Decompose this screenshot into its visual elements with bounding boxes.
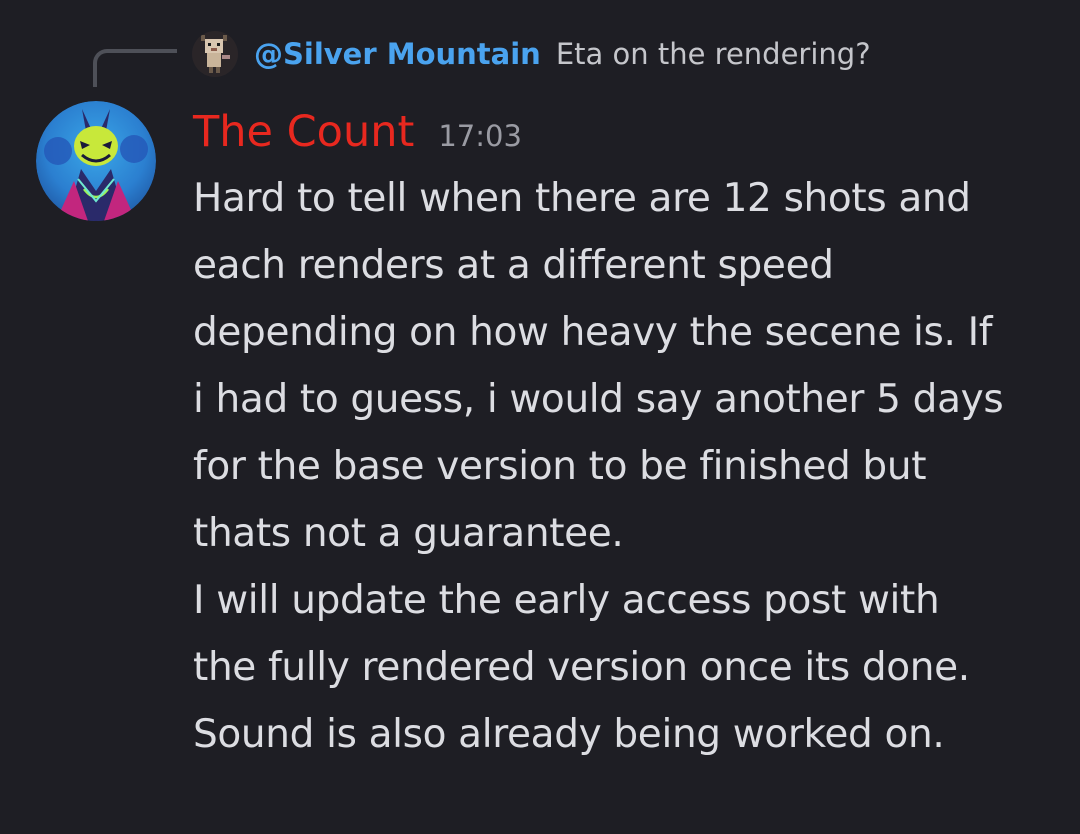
author-avatar[interactable] bbox=[36, 101, 156, 221]
message-line: Sound is also already being worked on. bbox=[193, 712, 945, 757]
reply-text[interactable]: Eta on the rendering? bbox=[556, 37, 871, 71]
reply-preview[interactable]: @Silver Mountain Eta on the rendering? bbox=[192, 31, 871, 77]
message-line: i had to guess, i would say another 5 da… bbox=[193, 377, 1004, 422]
neon-demon-avatar-icon bbox=[36, 101, 156, 221]
reply-author-mention[interactable]: @Silver Mountain bbox=[254, 37, 541, 71]
message-header: The Count 17:03 bbox=[193, 107, 522, 163]
message-line: depending on how heavy the secene is. If bbox=[193, 310, 993, 355]
message-line: the fully rendered version once its done… bbox=[193, 645, 970, 690]
message-line: thats not a guarantee. bbox=[193, 511, 624, 556]
pixel-deer-avatar-icon bbox=[192, 31, 238, 77]
message-line: for the base version to be finished but bbox=[193, 444, 927, 489]
reply-avatar[interactable] bbox=[192, 31, 238, 77]
chat-message: @Silver Mountain Eta on the rendering? T… bbox=[0, 0, 1080, 834]
author-name[interactable]: The Count bbox=[193, 107, 414, 157]
message-line: Hard to tell when there are 12 shots and bbox=[193, 176, 971, 221]
message-timestamp[interactable]: 17:03 bbox=[438, 119, 522, 153]
message-line: each renders at a different speed bbox=[193, 243, 834, 288]
message-content: Hard to tell when there are 12 shots and… bbox=[193, 165, 1068, 768]
reply-connector-line bbox=[93, 49, 177, 87]
message-line: I will update the early access post with bbox=[193, 578, 940, 623]
